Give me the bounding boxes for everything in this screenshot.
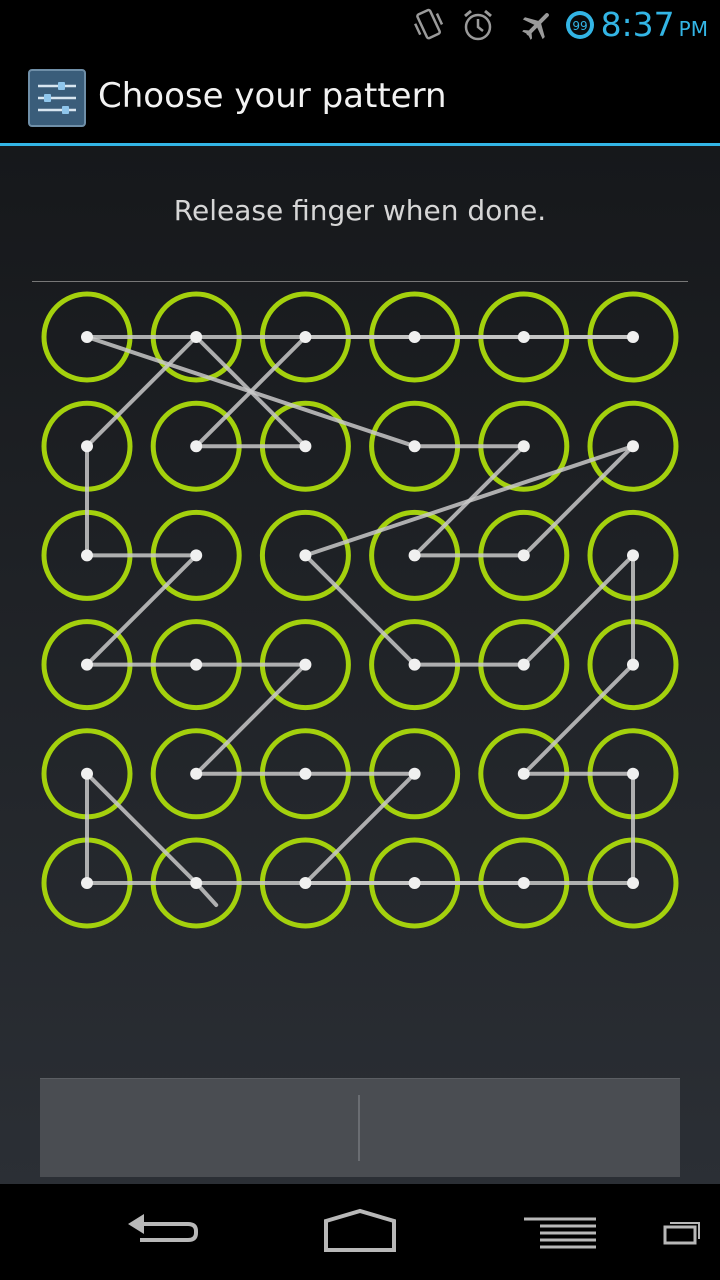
pattern-node-dot bbox=[81, 440, 93, 453]
pattern-node-dot bbox=[408, 877, 421, 889]
pattern-node-dot bbox=[190, 331, 203, 343]
pattern-node-dot bbox=[299, 877, 312, 889]
footer-button-separator bbox=[358, 1095, 360, 1161]
pattern-path-segment bbox=[521, 553, 635, 667]
pattern-path-segment bbox=[521, 662, 635, 776]
pattern-path-segment bbox=[85, 335, 417, 449]
back-icon[interactable] bbox=[110, 1184, 210, 1280]
pattern-grid[interactable] bbox=[0, 146, 720, 1184]
action-bar: Choose your pattern bbox=[0, 50, 720, 146]
footer-left-button[interactable] bbox=[40, 1079, 358, 1177]
status-bar: 99 8:37 PM bbox=[0, 0, 720, 50]
pattern-node-dot bbox=[408, 767, 421, 780]
notification-count: 99 bbox=[572, 19, 587, 33]
pattern-node-dot bbox=[190, 658, 203, 671]
clock: 8:37 PM bbox=[601, 2, 708, 52]
pattern-node-dot bbox=[408, 331, 421, 343]
pattern-path-segment bbox=[194, 662, 308, 776]
pattern-node-dot bbox=[299, 331, 312, 343]
pattern-node-dot bbox=[627, 549, 639, 562]
pattern-node-dot bbox=[627, 440, 639, 453]
page-title: Choose your pattern bbox=[98, 76, 447, 116]
navigation-bar bbox=[0, 1184, 720, 1280]
pattern-node-dot bbox=[190, 549, 203, 562]
pattern-node-dot bbox=[517, 331, 530, 343]
pattern-node-dot bbox=[627, 331, 639, 343]
airplane-mode-icon bbox=[522, 13, 549, 40]
pattern-node-dot bbox=[408, 658, 421, 671]
clock-time: 8:37 bbox=[600, 5, 675, 44]
footer-right-button[interactable] bbox=[362, 1079, 680, 1177]
recent-apps-icon[interactable] bbox=[656, 1184, 706, 1280]
pattern-path-segment bbox=[303, 553, 417, 667]
settings-sliders-icon[interactable] bbox=[28, 69, 86, 127]
pattern-node-dot bbox=[517, 877, 530, 889]
pattern-node-dot bbox=[408, 549, 421, 562]
pattern-path-segment bbox=[85, 553, 199, 667]
pattern-node-dot bbox=[517, 549, 530, 562]
pattern-node-dot bbox=[81, 331, 93, 343]
pattern-node-dot bbox=[190, 767, 203, 780]
pattern-node-dot bbox=[299, 658, 312, 671]
pattern-node-dot bbox=[81, 877, 93, 889]
pattern-node-dot bbox=[190, 877, 203, 889]
pattern-node-dot bbox=[299, 767, 312, 780]
vibrate-icon bbox=[414, 8, 444, 40]
pattern-node-dot bbox=[627, 877, 639, 889]
alarm-icon bbox=[464, 9, 492, 41]
pattern-node-dot bbox=[627, 658, 639, 671]
pattern-node-dot bbox=[517, 440, 530, 453]
pattern-node-dot bbox=[190, 440, 203, 453]
pattern-node-dot bbox=[81, 767, 93, 780]
pattern-node-dot bbox=[408, 440, 421, 453]
pattern-node-dot bbox=[299, 549, 312, 562]
content-area: Release finger when done. bbox=[0, 146, 720, 1184]
pattern-node-dot bbox=[517, 658, 530, 671]
clock-ampm: PM bbox=[678, 17, 708, 41]
pattern-node-dot bbox=[81, 549, 93, 562]
menu-icon[interactable] bbox=[516, 1184, 616, 1280]
pattern-node-dot bbox=[517, 767, 530, 780]
pattern-path-segment bbox=[85, 771, 199, 885]
pattern-node-dot bbox=[627, 767, 639, 780]
notification-count-icon: 99 bbox=[566, 11, 594, 39]
footer-button-bar bbox=[40, 1078, 680, 1177]
pattern-node-dot bbox=[81, 658, 93, 671]
pattern-path-segment bbox=[303, 444, 635, 558]
home-icon[interactable] bbox=[310, 1184, 410, 1280]
pattern-node-dot bbox=[299, 440, 312, 453]
pattern-path-segment bbox=[303, 771, 417, 885]
